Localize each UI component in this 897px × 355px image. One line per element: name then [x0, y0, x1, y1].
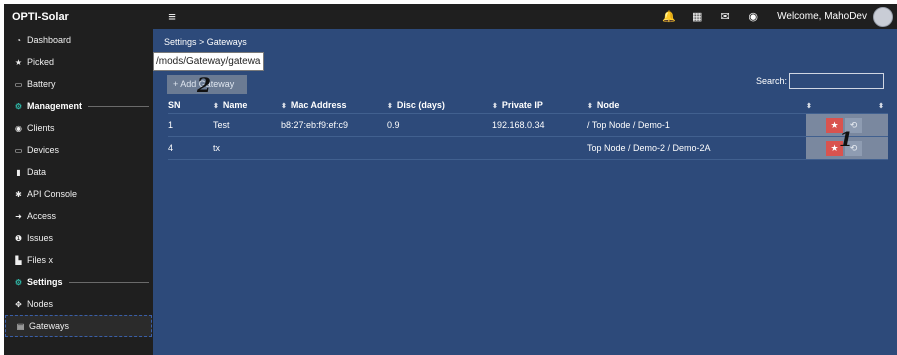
top-navbar: OPTI-Solar ≡ 🔔 ▦ ✉ ◉ Welcome, MahoDev	[4, 4, 897, 29]
sort-icon: ⬍	[281, 103, 287, 110]
column-mac-address[interactable]: ⬍ Mac Address	[281, 97, 387, 114]
bell-icon[interactable]: 🔔	[655, 10, 683, 23]
section-divider	[68, 281, 149, 283]
welcome-text[interactable]: Welcome, MahoDev	[777, 11, 867, 22]
column-sn[interactable]: SN	[168, 97, 213, 114]
cog-icon: ⚙	[14, 277, 23, 287]
sort-icon: ⬍	[587, 103, 593, 110]
desktop-icon: ▭	[14, 145, 23, 155]
cell-node: / Top Node / Demo-1	[587, 113, 806, 137]
sidebar-section-management: ⚙ Management	[4, 95, 153, 117]
sort-icon: ⬍	[492, 103, 498, 110]
sidebar-item-label: Files x	[27, 255, 54, 265]
sidebar-item-label: Devices	[27, 145, 60, 155]
annotation-marker-2: 2	[197, 73, 211, 97]
section-label: Settings	[27, 277, 63, 287]
user-circle-icon: ◉	[15, 123, 22, 133]
sidebar: ◔ Dashboard ★ Picked ▭ Battery ⚙ Managem…	[4, 29, 153, 355]
sidebar-item-label: Dashboard	[27, 35, 72, 45]
sidebar-item-clients[interactable]: ◉ Clients	[4, 117, 153, 139]
sidebar-item-access[interactable]: ➜ Access	[4, 205, 153, 227]
sidebar-item-battery[interactable]: ▭ Battery	[4, 73, 153, 95]
sidebar-item-label: API Console	[27, 189, 78, 199]
battery-icon: ▭	[14, 79, 23, 89]
envelope-icon[interactable]: ✉	[711, 10, 739, 23]
menu-toggle-icon[interactable]: ≡	[163, 9, 181, 24]
sidebar-item-files[interactable]: ▙ Files x	[4, 249, 153, 271]
sidebar-item-label: Battery	[27, 79, 56, 89]
avatar[interactable]	[873, 6, 893, 27]
main-content: Settings > Gateways /mods/Gateway/gatewa…	[153, 29, 897, 355]
table-row[interactable]: 4 tx Top Node / Demo-2 / Demo-2A ★ ⟲	[168, 136, 888, 160]
sort-icon: ⬍	[213, 103, 219, 110]
sort-icon: ⬍	[387, 103, 393, 110]
sidebar-item-label: Data	[27, 167, 47, 177]
sidebar-item-issues[interactable]: ❶ Issues	[4, 227, 153, 249]
sidebar-item-label: Gateways	[29, 321, 70, 331]
sidebar-item-picked[interactable]: ★ Picked	[4, 51, 153, 73]
star-icon: ★	[14, 57, 23, 67]
cell-ip	[492, 136, 587, 160]
gear-icon: ✱	[15, 189, 22, 199]
sort-icon: ⬍	[806, 103, 812, 110]
sidebar-item-label: Nodes	[27, 299, 54, 309]
dashboard-icon: ◔	[16, 35, 21, 45]
column-actions-1[interactable]: ⬍	[806, 97, 866, 114]
sidebar-section-settings: ⚙ Settings	[4, 271, 153, 293]
top-right-controls: 🔔 ▦ ✉ ◉ Welcome, MahoDev	[655, 4, 897, 29]
column-private-ip[interactable]: ⬍ Private IP	[492, 97, 587, 114]
sidebar-item-gateways[interactable]: ▤ Gateways	[5, 315, 152, 337]
url-path-overlay[interactable]: /mods/Gateway/gatewa	[153, 52, 264, 71]
sidebar-item-dashboard[interactable]: ◔ Dashboard	[4, 29, 153, 51]
sign-in-icon: ➜	[15, 211, 22, 221]
sidebar-item-label: Clients	[27, 123, 55, 133]
cogs-icon: ⚙	[14, 101, 23, 111]
cell-disc: 0.9	[387, 113, 492, 137]
column-name[interactable]: ⬍ Name	[213, 97, 281, 114]
sidebar-item-label: Issues	[27, 233, 54, 243]
column-actions-2[interactable]: ⬍	[866, 97, 888, 114]
sort-icon: ⬍	[878, 103, 884, 110]
sidebar-item-api-console[interactable]: ✱ API Console	[4, 183, 153, 205]
cell-node: Top Node / Demo-2 / Demo-2A	[587, 136, 806, 160]
table-header-row: SN ⬍ Name ⬍ Mac Address ⬍ Disc (days) ⬍ Priv…	[168, 97, 888, 114]
search-input[interactable]	[789, 73, 884, 89]
cell-mac: b8:27:eb:f9:ef:c9	[281, 113, 387, 137]
cell-sn: 1	[168, 113, 213, 137]
list-icon: ▤	[16, 321, 25, 331]
breadcrumb: Settings > Gateways	[164, 37, 247, 47]
file-icon: ▙	[15, 255, 22, 265]
brand-title[interactable]: OPTI-Solar	[4, 11, 160, 23]
cell-sn: 4	[168, 136, 213, 160]
column-node[interactable]: ⬍ Node	[587, 97, 806, 114]
cell-mac	[281, 136, 387, 160]
section-label: Management	[27, 101, 83, 111]
search-label: Search:	[756, 76, 788, 86]
info-icon: ❶	[14, 233, 23, 243]
gateways-table: SN ⬍ Name ⬍ Mac Address ⬍ Disc (days) ⬍ Priv…	[168, 97, 888, 160]
sidebar-item-label: Access	[27, 211, 57, 221]
globe-icon[interactable]: ◉	[739, 10, 767, 23]
sidebar-item-data[interactable]: ▮ Data	[4, 161, 153, 183]
column-disc-days[interactable]: ⬍ Disc (days)	[387, 97, 492, 114]
database-icon: ▮	[16, 167, 21, 177]
calendar-icon[interactable]: ▦	[683, 10, 711, 23]
sidebar-item-label: Picked	[27, 57, 55, 67]
cell-name: Test	[213, 113, 281, 137]
section-divider	[88, 105, 149, 107]
cell-disc	[387, 136, 492, 160]
arrows-icon: ✥	[15, 299, 22, 309]
cell-ip: 192.168.0.34	[492, 113, 587, 137]
sidebar-item-nodes[interactable]: ✥ Nodes	[4, 293, 153, 315]
table-row[interactable]: 1 Test b8:27:eb:f9:ef:c9 0.9 192.168.0.3…	[168, 113, 888, 137]
cell-name: tx	[213, 136, 281, 160]
sidebar-item-devices[interactable]: ▭ Devices	[4, 139, 153, 161]
annotation-marker-1: 1	[839, 127, 853, 151]
